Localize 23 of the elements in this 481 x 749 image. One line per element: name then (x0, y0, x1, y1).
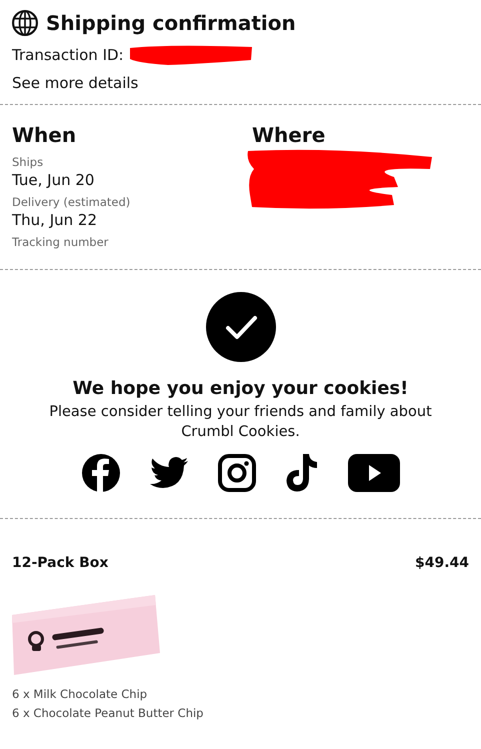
section-heading: When (12, 123, 78, 147)
thank-you-heading: We hope you enjoy your cookies! (72, 378, 408, 399)
music-note-icon[interactable] (286, 454, 318, 492)
product-price: $49.44 (414, 555, 469, 572)
details-link[interactable]: See more details (12, 74, 138, 92)
globe-icon (12, 10, 38, 36)
section-heading: Where (252, 123, 326, 147)
transaction-label: Transaction ID: (12, 46, 124, 64)
play-icon[interactable] (348, 454, 400, 492)
field-label: Delivery (estimated) (12, 195, 132, 209)
order-item: 6 x Milk Chocolate Chip (12, 686, 148, 704)
product-name: 12-Pack Box (12, 555, 108, 572)
camera-icon[interactable] (218, 454, 256, 492)
facebook-icon[interactable] (82, 454, 120, 492)
page-title: Shipping confirmation (46, 11, 296, 35)
checkmark-icon (206, 292, 276, 362)
order-item: 6 x Chocolate Peanut Butter Chip (12, 704, 204, 722)
thank-you-message: Please consider telling your friends and family about Crumbl Cookies. (48, 403, 433, 442)
field-value: Tue, Jun 20 (12, 171, 96, 189)
field-label: Ships (12, 155, 44, 169)
field-label: Tracking number (12, 235, 110, 249)
bird-icon[interactable] (150, 457, 188, 490)
field-value: Thu, Jun 22 (12, 211, 98, 229)
